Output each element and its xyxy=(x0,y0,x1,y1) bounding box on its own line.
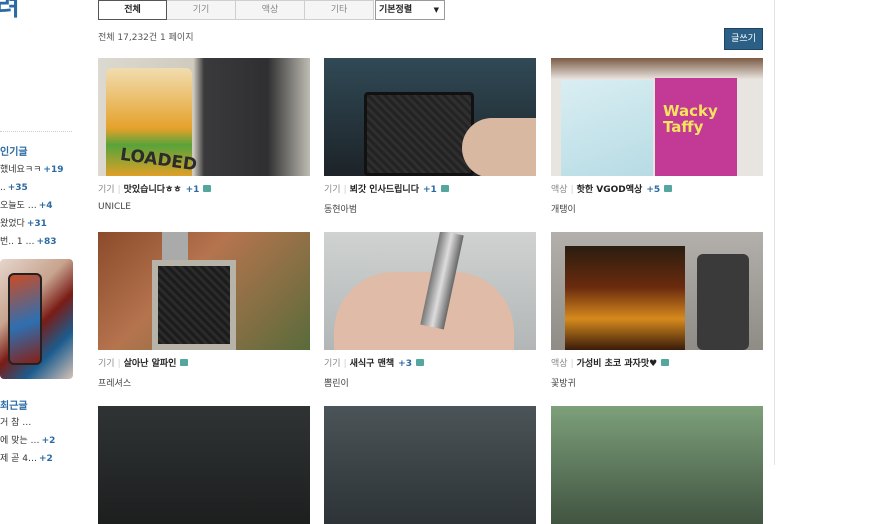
post-meta: 기기 | 살아난 알파인 xyxy=(98,357,310,371)
popular-post-item[interactable]: 했네요ㅋㅋ +19 xyxy=(0,161,63,179)
left-sidebar: 려 인기글 했네요ㅋㅋ +19 .. +35 오늘도 … +4 왔었다 +31 번.. … xyxy=(0,0,82,465)
chat-icon xyxy=(661,359,670,366)
post-category[interactable]: 기기 xyxy=(98,359,115,369)
vape-mod-image xyxy=(697,254,749,350)
post-title[interactable]: 핫한 VGOD액상 xyxy=(577,185,643,195)
post-author[interactable]: 프레셔스 xyxy=(98,376,310,389)
comment-count: +3 xyxy=(398,359,412,369)
chevron-down-icon: ▼ xyxy=(433,6,439,14)
vape-mod-image xyxy=(152,260,236,350)
popular-post-item[interactable]: 왔었다 +31 xyxy=(0,215,63,233)
tab-etc[interactable]: 기타 xyxy=(305,0,374,20)
post-thumbnail[interactable] xyxy=(324,232,536,350)
sidebar-divider xyxy=(0,131,72,132)
post-category[interactable]: 액상 xyxy=(551,185,568,195)
atomizer-image xyxy=(162,232,188,262)
post-meta: 액상 | 가성비 초코 과자맛♥ xyxy=(551,357,763,371)
post-author[interactable]: 뽐린이 xyxy=(324,376,536,389)
gallery-card[interactable]: 기기 | 새식구 맨책 +3 뽐린이 xyxy=(324,232,536,389)
popular-post-item[interactable]: 번.. 1 … +83 xyxy=(0,233,63,251)
popular-posts-heading[interactable]: 인기글 xyxy=(0,143,28,158)
recent-posts-heading[interactable]: 최근글 xyxy=(0,397,28,412)
box-label-text: Wacky Taffy xyxy=(663,102,718,136)
post-title[interactable]: 뵈갓 인사드립니다 xyxy=(350,185,419,195)
gallery-card[interactable]: Wacky Taffy 액상 | 핫한 VGOD액상 +5 개탱이 xyxy=(551,58,763,215)
content-right-border xyxy=(774,0,775,465)
post-title[interactable]: 살아난 알파인 xyxy=(124,359,177,369)
chat-icon xyxy=(440,185,449,192)
site-logo[interactable]: 려 xyxy=(0,0,20,23)
chat-icon xyxy=(203,185,212,192)
post-author[interactable]: 동현아범 xyxy=(324,202,536,215)
post-category[interactable]: 기기 xyxy=(324,359,341,369)
post-meta: 기기 | 뵈갓 인사드립니다 +1 xyxy=(324,183,536,197)
gallery-card[interactable]: LOADED 기기 | 맛있습니다ㅎㅎ +1 UNICLE xyxy=(98,58,310,212)
comment-count: +1 xyxy=(185,185,200,195)
recent-post-item[interactable]: 제 곧 4… +2 xyxy=(0,450,55,465)
gallery-card[interactable] xyxy=(324,406,536,524)
recent-post-item[interactable]: 에 맞는 … +2 xyxy=(0,432,55,450)
write-post-button[interactable]: 글쓰기 xyxy=(724,28,763,50)
chat-icon xyxy=(664,185,673,192)
recent-post-item[interactable]: 거 참 … xyxy=(0,414,55,432)
gallery-card[interactable]: 기기 | 뵈갓 인사드립니다 +1 동현아범 xyxy=(324,58,536,215)
post-author[interactable]: UNICLE xyxy=(98,202,310,212)
post-category[interactable]: 기기 xyxy=(98,185,115,195)
recent-posts-list: 거 참 … 에 맞는 … +2 제 곧 4… +2 xyxy=(0,414,55,465)
gallery-card[interactable]: 기기 | 살아난 알파인 프레셔스 xyxy=(98,232,310,389)
comment-count: +1 xyxy=(422,185,437,195)
gallery-card[interactable]: 액상 | 가성비 초코 과자맛♥ 꽃방귀 xyxy=(551,232,763,389)
post-meta: 기기 | 맛있습니다ㅎㅎ +1 xyxy=(98,183,310,197)
tab-liquid[interactable]: 액상 xyxy=(236,0,305,20)
sort-select[interactable]: 기본정렬 ▼ xyxy=(375,0,445,20)
post-thumbnail[interactable] xyxy=(98,232,310,350)
post-thumbnail[interactable] xyxy=(98,406,310,524)
sort-selected-value: 기본정렬 xyxy=(379,5,413,15)
post-title[interactable]: 가성비 초코 과자맛♥ xyxy=(577,359,658,369)
post-thumbnail[interactable] xyxy=(551,406,763,524)
post-thumbnail[interactable] xyxy=(324,58,536,176)
liquid-box-image xyxy=(561,80,653,176)
gallery-card[interactable] xyxy=(551,406,763,524)
post-title[interactable]: 새식구 맨책 xyxy=(350,359,395,369)
tab-device[interactable]: 기기 xyxy=(167,0,236,20)
popular-posts-list: 했네요ㅋㅋ +19 .. +35 오늘도 … +4 왔었다 +31 번.. 1 … +83 xyxy=(0,161,63,251)
post-thumbnail[interactable] xyxy=(551,232,763,350)
post-count-summary: 전체 17,232건 1 페이지 xyxy=(98,33,194,43)
post-meta: 액상 | 핫한 VGOD액상 +5 xyxy=(551,183,763,197)
post-category[interactable]: 액상 xyxy=(551,359,568,369)
sidebar-banner-ad[interactable] xyxy=(0,259,73,379)
popular-post-item[interactable]: 오늘도 … +4 xyxy=(0,197,63,215)
hand-image xyxy=(462,118,536,176)
chat-icon xyxy=(415,359,424,366)
popular-post-item[interactable]: .. +35 xyxy=(0,179,63,197)
vape-device-image xyxy=(8,273,42,365)
post-title[interactable]: 맛있습니다ㅎㅎ xyxy=(124,185,182,195)
post-author[interactable]: 꽃방귀 xyxy=(551,376,763,389)
post-thumbnail[interactable]: LOADED xyxy=(98,58,310,176)
post-meta: 기기 | 새식구 맨책 +3 xyxy=(324,357,536,371)
tab-all[interactable]: 전체 xyxy=(98,0,167,20)
post-category[interactable]: 기기 xyxy=(324,185,341,195)
post-author[interactable]: 개탱이 xyxy=(551,202,763,215)
snack-bag-image xyxy=(565,246,685,350)
post-thumbnail[interactable] xyxy=(324,406,536,524)
comment-count: +5 xyxy=(646,185,661,195)
vape-mod-image xyxy=(364,92,474,176)
chat-icon xyxy=(180,359,189,366)
gallery-card[interactable] xyxy=(98,406,310,524)
post-thumbnail[interactable]: Wacky Taffy xyxy=(551,58,763,176)
category-tabs: 전체 기기 액상 기타 xyxy=(98,0,374,20)
